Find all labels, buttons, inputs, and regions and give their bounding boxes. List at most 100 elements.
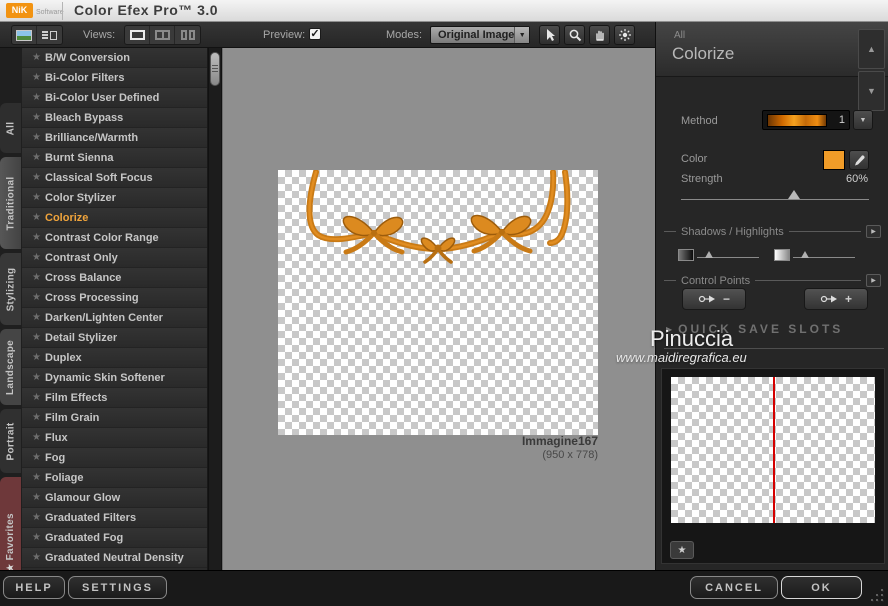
favorite-slot-button[interactable]: ★ — [670, 541, 694, 559]
filter-list-item[interactable]: ★ Detail Stylizer — [22, 328, 207, 348]
shadows-slider-thumb[interactable] — [705, 251, 713, 258]
strength-value: 60% — [845, 173, 868, 185]
filter-list-item[interactable]: ★ Contrast Color Range — [22, 228, 207, 248]
resize-grip[interactable] — [869, 587, 883, 601]
star-icon: ★ — [32, 132, 41, 143]
tab-all[interactable]: All — [0, 103, 21, 153]
filter-list-item-label: Dynamic Skin Softener — [45, 371, 165, 384]
hand-icon — [595, 30, 604, 41]
filter-list-item[interactable]: ★ Burnt Sienna — [22, 148, 207, 168]
shadows-slider[interactable] — [678, 248, 759, 262]
eyedropper-button[interactable] — [849, 150, 869, 170]
filter-list-item[interactable]: ★ Glamour Glow — [22, 488, 207, 508]
preview-image[interactable] — [278, 169, 598, 435]
filter-list-item[interactable]: ★ Duplex — [22, 348, 207, 368]
star-icon: ★ — [32, 272, 41, 283]
filter-list-item[interactable]: ★ Fog — [22, 448, 207, 468]
ok-button[interactable]: OK — [781, 576, 862, 599]
filter-list-item[interactable]: ★ Colorize — [22, 208, 207, 228]
control-point-icon — [820, 295, 837, 303]
color-label: Color — [681, 153, 708, 165]
filter-list-item[interactable]: ★ B/W Conversion — [22, 48, 207, 68]
filter-list-item[interactable]: ★ Classical Soft Focus — [22, 168, 207, 188]
tab-portrait[interactable]: Portrait — [0, 409, 21, 473]
watermark-url: www.maidiregrafica.eu — [616, 350, 747, 365]
preview-checkbox[interactable]: ✓ — [309, 28, 321, 40]
method-selector[interactable]: 1 — [762, 110, 850, 130]
scrollbar-thumb[interactable] — [210, 52, 220, 86]
filter-list-item[interactable]: ★ Contrast Only — [22, 248, 207, 268]
filter-list-item[interactable]: ★ Film Effects — [22, 388, 207, 408]
filter-list-item[interactable]: ★ Bi-Color User Defined — [22, 88, 207, 108]
quick-save-thumbnail[interactable] — [671, 377, 875, 523]
views-label: Views: — [83, 29, 116, 41]
filter-list-item[interactable]: ★ Color Stylizer — [22, 188, 207, 208]
filter-list-item[interactable]: ★ Graduated Neutral Density — [22, 548, 207, 568]
browser-mode-group — [11, 25, 63, 45]
modes-dropdown[interactable]: Original Image ▼ — [430, 26, 530, 44]
side-by-side-view-icon — [180, 30, 195, 40]
highlights-slider[interactable] — [774, 248, 855, 262]
filter-list-item-label: Flux — [45, 431, 68, 444]
filter-list-item[interactable]: ★ Cross Processing — [22, 288, 207, 308]
filter-list-item[interactable]: ★ Dynamic Skin Softener — [22, 368, 207, 388]
strength-slider-thumb[interactable] — [787, 190, 800, 199]
cancel-button[interactable]: CANCEL — [690, 576, 778, 599]
filter-list-item[interactable]: ★ Flux — [22, 428, 207, 448]
panel-scroll-up-button[interactable]: ▲ — [858, 29, 885, 69]
filter-list-item[interactable]: ★ Darken/Lighten Center — [22, 308, 207, 328]
method-gradient-swatch — [767, 113, 827, 127]
list-view-button[interactable] — [37, 26, 62, 44]
filter-list-item[interactable]: ★ Bi-Color Filters — [22, 68, 207, 88]
plus-icon: + — [844, 292, 852, 306]
method-label: Method — [681, 115, 718, 127]
star-icon: ★ — [32, 92, 41, 103]
color-swatch[interactable] — [823, 150, 845, 170]
expand-section-button[interactable]: ▶ — [866, 225, 881, 238]
chevron-down-icon: ▼ — [514, 27, 529, 43]
filter-list-item-label: Burnt Sienna — [45, 151, 114, 164]
filter-list-item[interactable]: ★ Graduated Fog — [22, 528, 207, 548]
filter-list-item[interactable]: ★ Brilliance/Warmth — [22, 128, 207, 148]
tab-traditional[interactable]: Traditional — [0, 157, 21, 249]
star-icon: ★ — [32, 192, 41, 203]
tab-favorites-label: Favorites — [5, 512, 17, 560]
split-preview-line[interactable] — [773, 377, 775, 523]
filter-list-item[interactable]: ★ Graduated Filters — [22, 508, 207, 528]
lightbulb-icon — [618, 29, 631, 41]
split-view-button[interactable] — [150, 26, 175, 44]
star-icon: ★ — [32, 152, 41, 163]
filter-list-item-label: Colorize — [45, 211, 89, 224]
chevron-right-icon: ▶ — [871, 229, 876, 235]
single-view-button[interactable] — [125, 26, 150, 44]
filter-list-item-label: Brilliance/Warmth — [45, 131, 139, 144]
pan-tool-button[interactable] — [589, 25, 610, 45]
zoom-tool-button[interactable] — [564, 25, 585, 45]
background-color-tool-button[interactable] — [614, 25, 635, 45]
image-caption: Immagine167 (950 x 778) — [278, 434, 598, 461]
filter-list-item[interactable]: ★ Bleach Bypass — [22, 108, 207, 128]
strength-slider[interactable] — [681, 190, 869, 204]
side-by-side-view-button[interactable] — [175, 26, 200, 44]
star-icon: ★ — [32, 252, 41, 263]
add-control-point-button[interactable]: + — [804, 288, 868, 310]
image-browser-button[interactable] — [12, 26, 37, 44]
minus-icon: − — [722, 292, 730, 306]
settings-button[interactable]: SETTINGS — [68, 576, 167, 599]
highlights-slider-thumb[interactable] — [801, 251, 809, 258]
expand-section-button[interactable]: ▶ — [866, 274, 881, 287]
filter-list-scrollbar[interactable] — [208, 48, 222, 570]
modes-label: Modes: — [386, 29, 423, 41]
filter-list-item[interactable]: ★ Foliage — [22, 468, 207, 488]
help-button[interactable]: HELP — [3, 576, 65, 599]
method-dropdown-button[interactable]: ▼ — [853, 110, 873, 130]
star-icon: ★ — [32, 212, 41, 223]
filter-list-item[interactable]: ★ Film Grain — [22, 408, 207, 428]
tab-landscape[interactable]: Landscape — [0, 329, 21, 405]
tab-stylizing[interactable]: Stylizing — [0, 253, 21, 325]
star-icon: ★ — [32, 52, 41, 63]
filter-list-item[interactable]: ★ Cross Balance — [22, 268, 207, 288]
panel-scroll-down-button[interactable]: ▼ — [858, 71, 885, 111]
remove-control-point-button[interactable]: − — [682, 288, 746, 310]
select-tool-button[interactable] — [539, 25, 560, 45]
